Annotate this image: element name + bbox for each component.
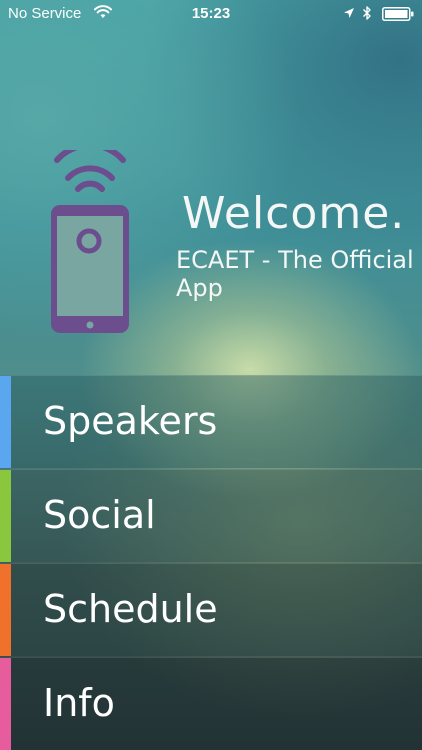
- location-arrow-icon: [344, 8, 354, 18]
- phone-signal-icon: [51, 150, 129, 333]
- status-bar: No Service 15:23: [0, 0, 422, 28]
- menu-item-label: Info: [43, 681, 115, 725]
- menu-item-label: Social: [43, 493, 156, 537]
- status-time: 15:23: [191, 5, 231, 22]
- menu-accent-bar: [0, 470, 11, 562]
- menu-item-speakers[interactable]: Speakers: [0, 375, 422, 468]
- menu-item-social[interactable]: Social: [0, 469, 422, 562]
- menu-accent-bar: [0, 658, 11, 750]
- bluetooth-icon: [363, 6, 371, 20]
- app-screen: No Service 15:23 Welcome. ECAET - The Of…: [0, 0, 422, 750]
- welcome-subtitle: ECAET - The Official App: [176, 246, 414, 302]
- menu-item-label: Schedule: [43, 587, 218, 631]
- main-menu: Speakers Social Schedule Info: [0, 375, 422, 750]
- menu-item-label: Speakers: [43, 399, 218, 443]
- welcome-title: Welcome.: [182, 188, 406, 239]
- menu-item-schedule[interactable]: Schedule: [0, 563, 422, 656]
- menu-item-info[interactable]: Info: [0, 657, 422, 750]
- menu-accent-bar: [0, 376, 11, 468]
- battery-icon: [382, 7, 414, 21]
- menu-accent-bar: [0, 564, 11, 656]
